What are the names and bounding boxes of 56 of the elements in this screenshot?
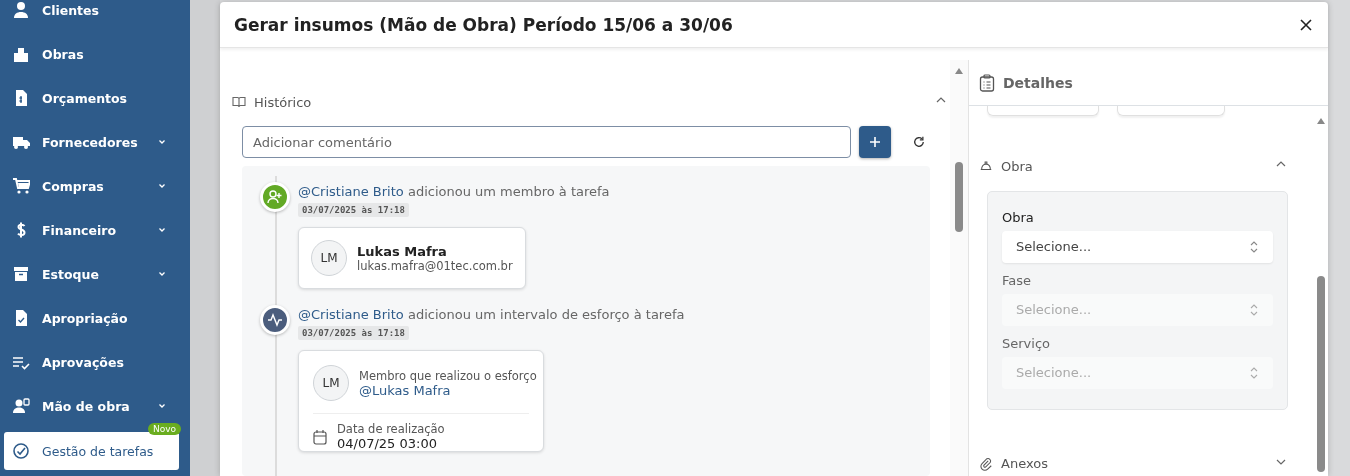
sidebar-item[interactable]: Obras bbox=[4, 32, 179, 76]
sidebar-item[interactable]: Aprovações bbox=[4, 340, 179, 384]
modal-title: Gerar insumos (Mão de Obra) Período 15/06 a 30/06 bbox=[234, 14, 733, 35]
sidebar-item[interactable]: Estoque bbox=[4, 252, 179, 296]
updown-icon bbox=[1249, 365, 1259, 380]
add-button[interactable] bbox=[859, 126, 891, 158]
close-icon bbox=[1298, 16, 1314, 33]
field-label: Membro que realizou o esforço bbox=[359, 368, 537, 383]
building-icon bbox=[12, 45, 30, 63]
paperclip-icon bbox=[979, 456, 993, 471]
panel-title: Detalhes bbox=[1003, 74, 1073, 91]
section-title: Histórico bbox=[254, 94, 313, 110]
field-label: Fase bbox=[1002, 272, 1033, 288]
book-icon bbox=[232, 95, 246, 109]
sidebar-item[interactable]: Financeiro bbox=[4, 208, 179, 252]
member-name: Lukas Mafra bbox=[357, 243, 448, 259]
sidebar-item[interactable]: Clientes bbox=[4, 0, 179, 32]
plus-icon bbox=[869, 136, 881, 148]
avatar: LM bbox=[313, 365, 349, 401]
member-link[interactable]: @Lukas Mafra bbox=[359, 382, 537, 398]
section-title: Obra bbox=[1001, 158, 1034, 174]
timestamp: 03/07/2025 às 17:18 bbox=[298, 326, 409, 340]
sidebar-item[interactable]: Fornecedores bbox=[4, 120, 179, 164]
user-add-glyph-icon bbox=[267, 189, 283, 205]
field-label: Data de realização bbox=[337, 422, 445, 436]
new-badge: Novo bbox=[147, 423, 181, 435]
user-link[interactable]: @Cristiane Brito bbox=[298, 307, 404, 322]
field-label: Obra bbox=[1002, 209, 1035, 225]
user-link[interactable]: @Cristiane Brito bbox=[298, 184, 404, 199]
timestamp: 03/07/2025 às 17:18 bbox=[298, 203, 409, 217]
updown-icon bbox=[1249, 302, 1259, 317]
select-field[interactable]: Selecione... bbox=[1002, 230, 1273, 263]
event-text: @Cristiane Brito adicionou um intervalo de esforço à tarefa bbox=[298, 307, 685, 322]
avatar: LM bbox=[311, 240, 347, 276]
pulse-glyph-icon bbox=[267, 312, 283, 328]
sidebar-item[interactable]: Orçamentos bbox=[4, 76, 179, 120]
comment-field[interactable]: Adicionar comentário bbox=[242, 126, 851, 158]
clipboard-icon bbox=[979, 73, 995, 92]
archive-icon bbox=[12, 265, 30, 283]
scrollbar[interactable] bbox=[950, 60, 968, 476]
sidebar-item[interactable]: Apropriação bbox=[4, 296, 179, 340]
event-text: @Cristiane Brito adicionou um membro à tarefa bbox=[298, 184, 610, 199]
field-label: Serviço bbox=[1002, 335, 1051, 351]
member-email: lukas.mafra@01tec.com.br bbox=[357, 258, 513, 273]
check-circle-icon bbox=[12, 442, 30, 460]
close-button[interactable] bbox=[1298, 16, 1314, 33]
updown-icon bbox=[1249, 239, 1259, 254]
cart-icon bbox=[12, 177, 30, 195]
sidebar-item[interactable]: Gestão de tarefas bbox=[4, 432, 179, 470]
section-title: Anexos bbox=[1001, 456, 1049, 472]
person-icon bbox=[12, 1, 30, 19]
calendar-icon bbox=[313, 428, 327, 445]
people-icon bbox=[12, 397, 30, 415]
refresh-icon bbox=[913, 135, 925, 149]
date-value: 04/07/25 03:00 bbox=[337, 436, 438, 451]
sidebar-item[interactable]: Compras bbox=[4, 164, 179, 208]
